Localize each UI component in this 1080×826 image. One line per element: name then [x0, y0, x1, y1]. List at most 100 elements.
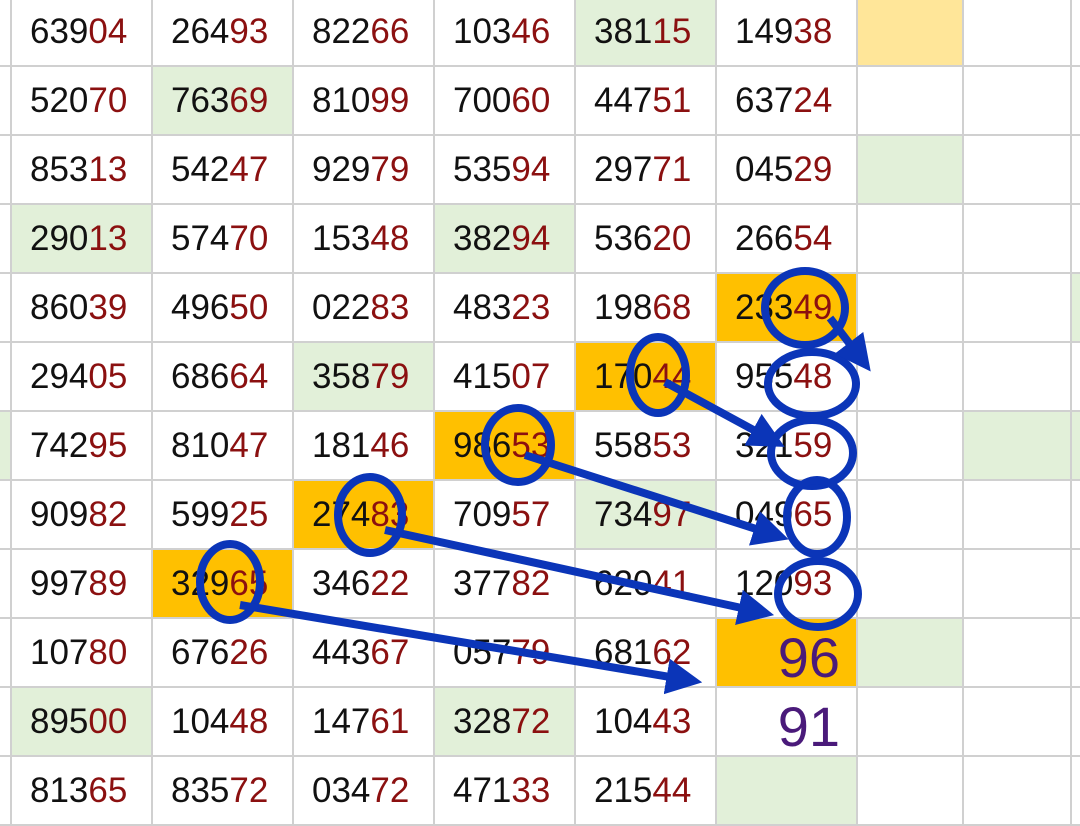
number-cell[interactable]: 535 94 — [435, 136, 576, 205]
number-cell[interactable]: 104 43 — [576, 688, 717, 757]
empty-cell[interactable] — [964, 550, 1072, 619]
number-cell[interactable]: 860 39 — [12, 274, 153, 343]
number-cell[interactable]: 676 26 — [153, 619, 294, 688]
number-cell[interactable]: 149 38 — [717, 0, 858, 67]
edge-cell[interactable] — [1072, 550, 1080, 619]
empty-cell[interactable] — [964, 136, 1072, 205]
number-cell[interactable]: 153 48 — [294, 205, 435, 274]
empty-cell[interactable] — [858, 67, 964, 136]
number-cell[interactable]: 686 64 — [153, 343, 294, 412]
number-cell[interactable]: 181 46 — [294, 412, 435, 481]
number-cell[interactable]: 346 22 — [294, 550, 435, 619]
empty-cell[interactable] — [858, 412, 964, 481]
number-cell[interactable]: 639 04 — [12, 0, 153, 67]
number-cell[interactable]: 022 83 — [294, 274, 435, 343]
number-cell[interactable]: 358 79 — [294, 343, 435, 412]
empty-cell[interactable] — [964, 619, 1072, 688]
number-cell[interactable]: 909 82 — [12, 481, 153, 550]
number-cell[interactable]: 104 48 — [153, 688, 294, 757]
empty-cell[interactable] — [964, 412, 1072, 481]
edge-cell[interactable] — [1072, 274, 1080, 343]
edge-cell[interactable] — [0, 550, 12, 619]
empty-cell[interactable] — [858, 619, 964, 688]
number-cell[interactable]: 294 05 — [12, 343, 153, 412]
number-cell[interactable]: 986 53 — [435, 412, 576, 481]
number-cell[interactable]: 233 49 — [717, 274, 858, 343]
number-cell[interactable]: 297 71 — [576, 136, 717, 205]
empty-cell[interactable] — [717, 757, 858, 826]
number-cell[interactable]: 700 60 — [435, 67, 576, 136]
edge-cell[interactable] — [0, 757, 12, 826]
empty-cell[interactable] — [858, 481, 964, 550]
number-cell[interactable]: 599 25 — [153, 481, 294, 550]
edge-cell[interactable] — [1072, 136, 1080, 205]
number-cell[interactable]: 045 29 — [717, 136, 858, 205]
edge-cell[interactable] — [1072, 343, 1080, 412]
number-cell[interactable]: 381 15 — [576, 0, 717, 67]
number-cell[interactable]: 198 68 — [576, 274, 717, 343]
empty-cell[interactable] — [858, 274, 964, 343]
edge-cell[interactable] — [1072, 619, 1080, 688]
number-cell[interactable]: 471 33 — [435, 757, 576, 826]
number-cell[interactable]: 835 72 — [153, 757, 294, 826]
number-cell[interactable]: 215 44 — [576, 757, 717, 826]
edge-cell[interactable] — [0, 136, 12, 205]
number-cell[interactable]: 415 07 — [435, 343, 576, 412]
number-cell[interactable]: 049 65 — [717, 481, 858, 550]
number-cell[interactable]: 274 83 — [294, 481, 435, 550]
edge-cell[interactable] — [1072, 412, 1080, 481]
number-cell[interactable]: 170 44 — [576, 343, 717, 412]
number-cell[interactable]: 377 82 — [435, 550, 576, 619]
number-cell[interactable]: 520 70 — [12, 67, 153, 136]
number-cell[interactable]: 536 20 — [576, 205, 717, 274]
empty-cell[interactable] — [964, 0, 1072, 67]
number-cell[interactable]: 034 72 — [294, 757, 435, 826]
edge-cell[interactable] — [0, 481, 12, 550]
empty-cell[interactable] — [964, 688, 1072, 757]
empty-cell[interactable] — [858, 688, 964, 757]
number-cell[interactable]: 443 67 — [294, 619, 435, 688]
number-cell[interactable]: 542 47 — [153, 136, 294, 205]
edge-cell[interactable] — [1072, 757, 1080, 826]
edge-cell[interactable] — [0, 0, 12, 67]
empty-cell[interactable] — [964, 274, 1072, 343]
edge-cell[interactable] — [1072, 481, 1080, 550]
edge-cell[interactable] — [1072, 205, 1080, 274]
number-cell[interactable]: 709 57 — [435, 481, 576, 550]
number-cell[interactable]: 637 24 — [717, 67, 858, 136]
number-cell[interactable]: 810 47 — [153, 412, 294, 481]
number-cell[interactable]: 264 93 — [153, 0, 294, 67]
number-cell[interactable]: 382 94 — [435, 205, 576, 274]
edge-cell[interactable] — [0, 619, 12, 688]
empty-cell[interactable] — [964, 67, 1072, 136]
edge-cell[interactable] — [1072, 0, 1080, 67]
empty-cell[interactable] — [964, 481, 1072, 550]
number-cell[interactable]: 810 99 — [294, 67, 435, 136]
number-cell[interactable]: 895 00 — [12, 688, 153, 757]
edge-cell[interactable] — [0, 205, 12, 274]
number-cell[interactable]: 813 65 — [12, 757, 153, 826]
number-cell[interactable]: 266 54 — [717, 205, 858, 274]
number-cell[interactable]: 681 62 — [576, 619, 717, 688]
empty-cell[interactable] — [964, 757, 1072, 826]
empty-cell[interactable] — [858, 136, 964, 205]
empty-cell[interactable] — [858, 757, 964, 826]
empty-cell[interactable] — [858, 343, 964, 412]
number-cell[interactable]: 496 50 — [153, 274, 294, 343]
number-cell[interactable]: 483 23 — [435, 274, 576, 343]
number-cell[interactable]: 997 89 — [12, 550, 153, 619]
number-cell[interactable]: 290 13 — [12, 205, 153, 274]
number-cell[interactable]: 955 48 — [717, 343, 858, 412]
number-cell[interactable]: 734 97 — [576, 481, 717, 550]
edge-cell[interactable] — [0, 412, 12, 481]
edge-cell[interactable] — [0, 67, 12, 136]
number-cell[interactable]: 103 46 — [435, 0, 576, 67]
number-cell[interactable]: 558 53 — [576, 412, 717, 481]
edge-cell[interactable] — [0, 343, 12, 412]
handwritten-note[interactable]: 96 — [717, 619, 858, 688]
empty-cell[interactable] — [858, 205, 964, 274]
number-cell[interactable]: 822 66 — [294, 0, 435, 67]
number-cell[interactable]: 853 13 — [12, 136, 153, 205]
number-cell[interactable]: 328 72 — [435, 688, 576, 757]
empty-cell[interactable] — [964, 205, 1072, 274]
